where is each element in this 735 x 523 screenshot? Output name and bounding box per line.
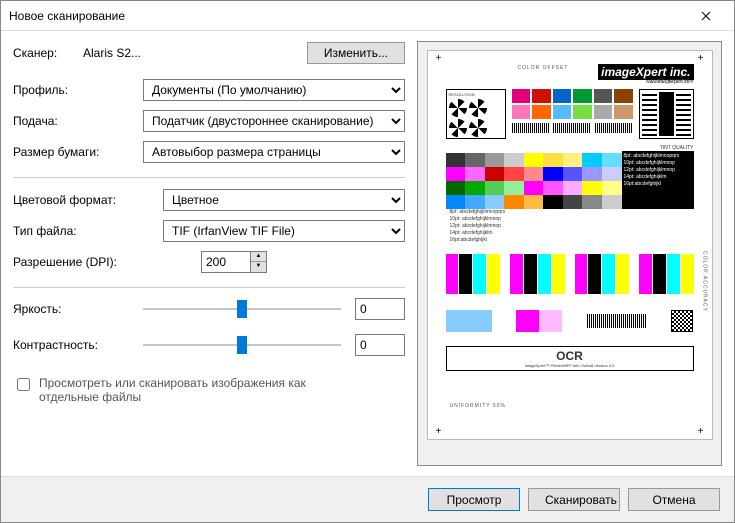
chevron-up-icon[interactable]: ▲	[251, 252, 266, 263]
brightness-label: Яркость:	[13, 302, 143, 316]
contrast-slider[interactable]	[143, 335, 341, 355]
separator	[13, 177, 405, 178]
contrast-label: Контрастность:	[13, 338, 143, 352]
dpi-label: Разрешение (DPI):	[13, 255, 163, 269]
pv-swatches	[512, 89, 633, 139]
color-format-select[interactable]: Цветное	[163, 189, 405, 211]
dialog-window: Новое сканирование Сканер: Alaris S2... …	[0, 0, 735, 523]
profile-select[interactable]: Документы (По умолчанию)	[143, 79, 405, 101]
pv-textsample: 8pt: abcdefghijklmnopqrs 10pt: abcdefghi…	[622, 151, 694, 209]
separate-files-checkbox[interactable]	[17, 378, 30, 391]
contrast-value[interactable]	[355, 334, 405, 356]
preview-button[interactable]: Просмотр	[428, 488, 520, 511]
pv-misc-row	[446, 308, 694, 334]
dpi-spinner[interactable]: ▲▼	[251, 251, 267, 273]
cancel-button[interactable]: Отмена	[628, 488, 720, 511]
pv-brand: imageXpert inc.	[446, 65, 694, 79]
pv-tint-section: TINT QUALITY 8pt: abcdefghijklmnopqrs 10…	[446, 145, 694, 244]
filetype-label: Тип файла:	[13, 224, 163, 238]
preview-page: + + + + COLOR OFFSET imageXpert inc. www…	[427, 50, 713, 440]
title-bar: Новое сканирование	[1, 1, 734, 31]
separate-files-label: Просмотреть или сканировать изображения …	[39, 376, 319, 404]
brightness-slider[interactable]	[143, 299, 341, 319]
paper-label: Размер бумаги:	[13, 145, 143, 159]
chevron-down-icon[interactable]: ▼	[251, 262, 266, 272]
dpi-input[interactable]	[201, 251, 251, 273]
qr-icon	[671, 310, 693, 332]
dialog-footer: Просмотр Сканировать Отмена	[1, 476, 734, 522]
pv-color-offset-label: COLOR OFFSET	[518, 65, 569, 71]
close-button[interactable]	[686, 2, 726, 30]
source-select[interactable]: Податчик (двустороннее сканирование)	[143, 110, 405, 132]
scan-button[interactable]: Сканировать	[528, 488, 620, 511]
pv-linewidth-box: LINE WIDTH	[639, 89, 694, 139]
pv-ocr-box: OCR ImageXpert™ Printer/MFP Info Overall…	[446, 346, 694, 371]
separator	[13, 287, 405, 288]
preview-panel: + + + + COLOR OFFSET imageXpert inc. www…	[417, 41, 722, 466]
filetype-select[interactable]: TIF (IrfanView TIF File)	[163, 220, 405, 242]
paper-size-select[interactable]: Автовыбор размера страницы	[143, 141, 405, 163]
color-format-label: Цветовой формат:	[13, 193, 163, 207]
profile-label: Профиль:	[13, 83, 143, 97]
change-scanner-button[interactable]: Изменить...	[307, 42, 405, 64]
scanner-name: Alaris S2...	[83, 46, 141, 60]
source-label: Подача:	[13, 114, 143, 128]
pv-resolution-box: RESOLUTION	[446, 89, 506, 139]
scanner-row: Сканер: Alaris S2... Изменить...	[13, 41, 405, 64]
settings-panel: Сканер: Alaris S2... Изменить... Профиль…	[13, 41, 405, 466]
pv-offset-bars	[446, 254, 694, 294]
brightness-value[interactable]	[355, 298, 405, 320]
window-title: Новое сканирование	[9, 9, 686, 23]
close-icon	[701, 11, 711, 21]
